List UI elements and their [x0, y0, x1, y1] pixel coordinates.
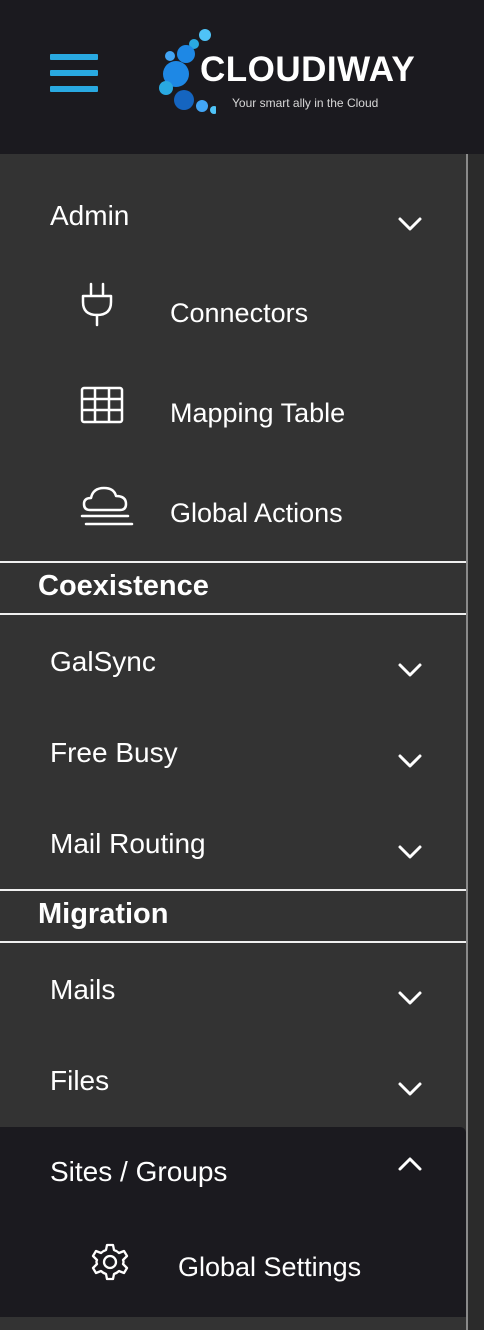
sites-groups-label: Sites / Groups [50, 1156, 228, 1187]
scrollbar-divider [466, 154, 468, 1330]
global-actions-label: Global Actions [170, 498, 343, 528]
chevron-down-icon [398, 991, 422, 1005]
mail-routing-label: Mail Routing [50, 828, 206, 859]
sidebar-item-free-busy[interactable]: Free Busy [0, 721, 466, 797]
sidebar-item-mapping-table[interactable]: Mapping Table [0, 372, 466, 456]
mapping-table-label: Mapping Table [170, 398, 346, 428]
table-grid-icon [80, 386, 124, 424]
cloud-fog-icon [80, 486, 134, 526]
free-busy-label: Free Busy [50, 737, 178, 768]
hamburger-menu-icon[interactable] [50, 54, 98, 92]
chevron-down-icon [398, 663, 422, 677]
scrollbar-track[interactable] [466, 154, 484, 1330]
chevron-down-icon [398, 1082, 422, 1096]
sidebar-item-sites-groups[interactable]: Sites / Groups [0, 1140, 466, 1216]
app-header: CLOUDIWAY Your smart ally in the Cloud [0, 0, 484, 154]
sidebar-item-connectors[interactable]: Connectors [0, 272, 466, 356]
cloudiway-logo[interactable]: CLOUDIWAY Your smart ally in the Cloud [156, 26, 426, 118]
logo-tagline: Your smart ally in the Cloud [232, 96, 379, 110]
sidebar-item-galsync[interactable]: GalSync [0, 630, 466, 706]
mails-label: Mails [50, 974, 116, 1005]
section-header-migration: Migration [0, 889, 466, 943]
files-label: Files [50, 1065, 110, 1096]
plug-icon [81, 282, 113, 327]
migration-title: Migration [38, 898, 169, 930]
sidebar-item-mails[interactable]: Mails [0, 958, 466, 1034]
galsync-label: GalSync [50, 646, 156, 677]
sidebar-item-global-settings[interactable]: Global Settings [0, 1228, 466, 1308]
chevron-down-icon [398, 217, 422, 231]
admin-label: Admin [50, 200, 130, 231]
logo-name: CLOUDIWAY [200, 50, 416, 89]
gear-icon [91, 1243, 129, 1281]
chevron-down-icon [398, 754, 422, 768]
sidebar-item-mail-routing[interactable]: Mail Routing [0, 812, 466, 888]
coexistence-title: Coexistence [38, 570, 209, 602]
sidebar-item-files[interactable]: Files [0, 1049, 466, 1125]
chevron-down-icon [398, 845, 422, 859]
connectors-label: Connectors [170, 298, 309, 328]
global-settings-label: Global Settings [178, 1252, 362, 1282]
section-header-coexistence: Coexistence [0, 561, 466, 615]
sidebar-item-global-actions[interactable]: Global Actions [0, 472, 466, 556]
admin-group-toggle[interactable]: Admin [0, 184, 466, 254]
chevron-up-icon [398, 1157, 422, 1171]
